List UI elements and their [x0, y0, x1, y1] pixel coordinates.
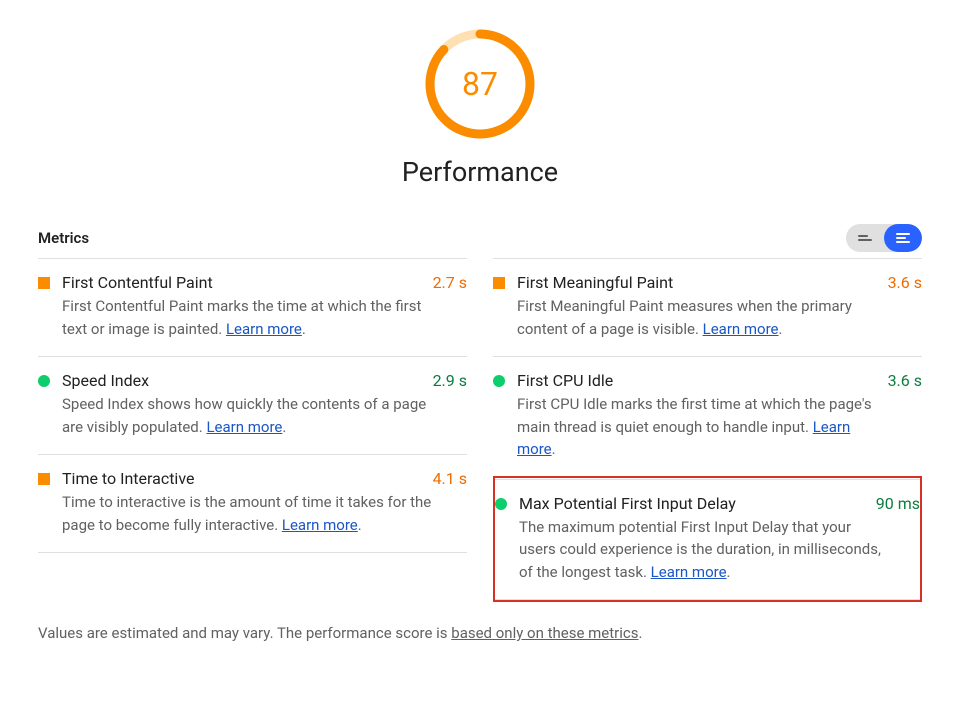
metric-row: First CPU Idle 3.6 sFirst CPU Idle marks …	[493, 356, 922, 477]
footnote: Values are estimated and may vary. The p…	[38, 624, 922, 642]
metric-row: First Meaningful Paint 3.6 s First Meaning…	[493, 258, 922, 356]
score-value: 87	[422, 26, 538, 142]
view-detailed-button[interactable]	[884, 224, 922, 252]
metric-body: First Meaningful Paint 3.6 s First Meaning…	[517, 273, 922, 340]
metric-title: First CPU Idle	[517, 371, 613, 390]
metric-value: 4.1 s	[433, 469, 467, 488]
status-average-icon	[38, 473, 50, 485]
metric-value: 90 ms	[876, 494, 920, 513]
footnote-after: .	[638, 624, 642, 642]
metric-description: The maximum potential First Input Delay …	[519, 516, 889, 584]
detailed-icon	[896, 233, 910, 243]
metric-body: First CPU Idle 3.6 sFirst CPU Idle marks …	[517, 371, 922, 461]
metric-title: Speed Index	[62, 371, 149, 390]
category-title: Performance	[38, 156, 922, 188]
compact-icon	[858, 235, 872, 241]
metric-description: First Meaningful Paint measures when the…	[517, 295, 887, 340]
status-good-icon	[38, 375, 50, 387]
status-good-icon	[493, 375, 505, 387]
metric-value: 2.9 s	[433, 371, 467, 390]
learn-more-link[interactable]: Learn more	[206, 418, 282, 436]
view-compact-button[interactable]	[846, 224, 884, 252]
metric-value: 2.7 s	[433, 273, 467, 292]
learn-more-link[interactable]: Learn more	[703, 320, 779, 338]
learn-more-link[interactable]: Learn more	[282, 516, 358, 534]
metric-body: First Contentful Paint 2.7 sFirst Content…	[62, 273, 467, 340]
metric-title: Time to Interactive	[62, 469, 194, 488]
metric-desc-text: Time to interactive is the amount of tim…	[62, 493, 431, 534]
metric-row: First Contentful Paint 2.7 sFirst Content…	[38, 258, 467, 356]
metric-desc-after: .	[302, 320, 306, 338]
status-average-icon	[38, 277, 50, 289]
metric-body: Time to Interactive 4.1 sTime to interact…	[62, 469, 467, 536]
metric-description: First CPU Idle marks the first time at w…	[517, 393, 887, 461]
footnote-link[interactable]: based only on these metrics	[451, 624, 638, 642]
metric-title: First Meaningful Paint	[517, 273, 673, 292]
metric-title: First Contentful Paint	[62, 273, 213, 292]
score-gauge: 87	[422, 26, 538, 142]
metric-row: Speed Index 2.9 sSpeed Index shows how qu…	[38, 356, 467, 454]
metric-row: Max Potential First Input Delay 90 ms The …	[495, 479, 920, 601]
metric-row: Time to Interactive 4.1 sTime to interact…	[38, 454, 467, 553]
metric-desc-after: .	[552, 440, 556, 458]
metric-desc-after: .	[282, 418, 286, 436]
metric-value: 3.6 s	[888, 371, 922, 390]
learn-more-link[interactable]: Learn more	[226, 320, 302, 338]
metrics-heading: Metrics	[38, 229, 89, 247]
highlighted-metric: Max Potential First Input Delay 90 ms The …	[493, 476, 922, 603]
status-average-icon	[493, 277, 505, 289]
metric-title: Max Potential First Input Delay	[519, 494, 736, 513]
metric-description: First Contentful Paint marks the time at…	[62, 295, 432, 340]
metric-desc-after: .	[779, 320, 783, 338]
status-good-icon	[495, 498, 507, 510]
learn-more-link[interactable]: Learn more	[651, 563, 727, 581]
metric-body: Speed Index 2.9 sSpeed Index shows how qu…	[62, 371, 467, 438]
metric-desc-text: First Meaningful Paint measures when the…	[517, 297, 852, 338]
metric-value: 3.6 s	[888, 273, 922, 292]
footnote-text: Values are estimated and may vary. The p…	[38, 624, 451, 642]
performance-header: 87 Performance	[38, 26, 922, 188]
metric-desc-after: .	[358, 516, 362, 534]
view-toggle	[846, 224, 922, 252]
metric-description: Time to interactive is the amount of tim…	[62, 491, 432, 536]
metric-description: Speed Index shows how quickly the conten…	[62, 393, 432, 438]
metric-desc-after: .	[727, 563, 731, 581]
metric-body: Max Potential First Input Delay 90 ms The …	[519, 494, 920, 584]
